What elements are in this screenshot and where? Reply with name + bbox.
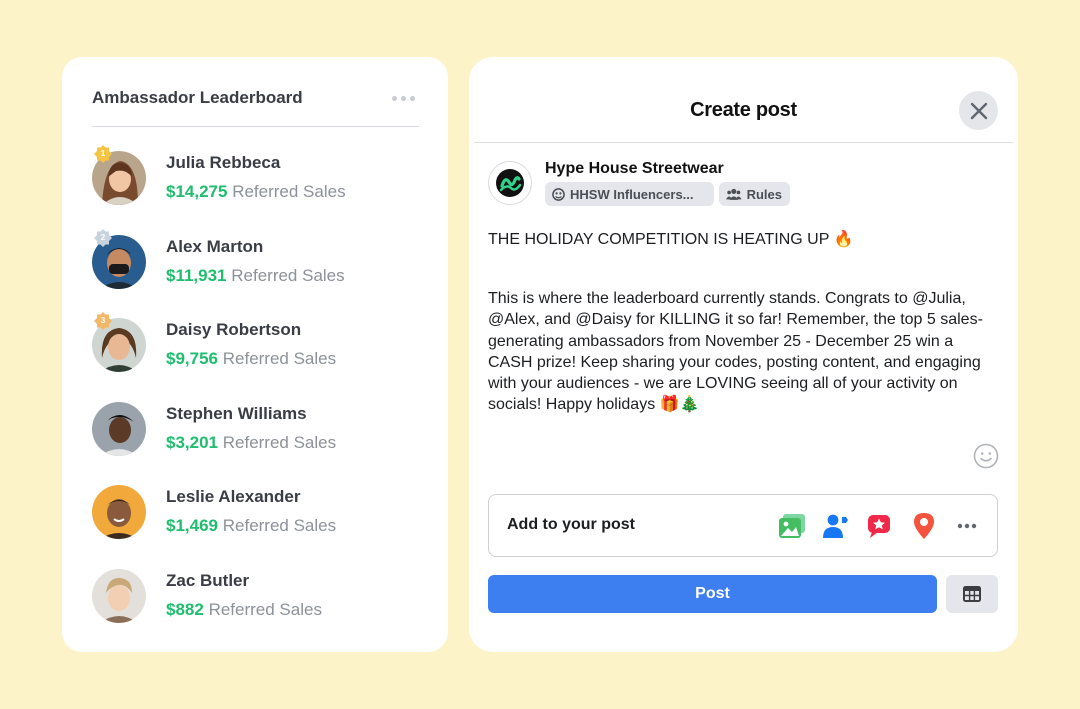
sales-amount: $3,201	[166, 432, 218, 452]
leaderboard-card: Ambassador Leaderboard 1 Julia Rebbeca $…	[62, 57, 448, 652]
sales-amount: $1,469	[166, 516, 218, 536]
ambassador-name: Julia Rebbeca	[166, 153, 281, 172]
add-to-post-label: Add to your post	[507, 516, 635, 533]
rank-badge-gold: 1	[94, 145, 112, 163]
page-logo	[488, 161, 532, 205]
sales-amount: $9,756	[166, 349, 218, 369]
leaderboard-item[interactable]: Leslie Alexander $1,469 Referred Sales	[92, 484, 422, 568]
ambassador-name: Leslie Alexander	[166, 487, 301, 507]
audience-label: HHSW Influencers...	[570, 186, 694, 202]
ambassador-name: Alex Marton	[166, 236, 264, 256]
dialog-title: Create post	[690, 99, 797, 121]
leaderboard-item[interactable]: 2 Alex Marton $11,931 Referred Sales	[92, 228, 422, 318]
check-in-icon[interactable]	[909, 511, 939, 541]
more-icon[interactable]	[952, 511, 982, 541]
sales-label: Referred Sales	[231, 265, 345, 285]
leaderboard-item[interactable]: 3 Daisy Robertson $9,756 Referred Sales	[92, 312, 422, 401]
post-text-area[interactable]: THE HOLIDAY COMPETITION IS HEATING UP 🔥 …	[488, 229, 988, 415]
divider	[474, 142, 1013, 143]
ambassador-name: Daisy Robertson	[166, 320, 302, 340]
leaderboard-item[interactable]: Stephen Williams $3,201 Referred Sales	[92, 401, 422, 485]
rank-badge-bronze: 3	[94, 312, 112, 331]
emoji-button[interactable]	[973, 443, 999, 469]
close-button[interactable]	[959, 91, 998, 130]
sales-amount: $11,931	[166, 265, 227, 285]
ambassador-name: Zac Butler	[166, 570, 250, 590]
sales-label: Referred Sales	[222, 516, 337, 536]
schedule-button[interactable]	[946, 575, 998, 613]
post-button[interactable]: Post	[488, 575, 937, 613]
rank-badge-silver: 2	[94, 228, 112, 247]
more-horizontal-icon[interactable]	[392, 93, 422, 103]
leaderboard-item[interactable]: 1 Julia Rebbeca $14,275 Referred Sales	[92, 145, 422, 234]
sales-label: Referred Sales	[208, 599, 322, 619]
add-to-post-box: Add to your post	[488, 494, 998, 557]
rules-label: Rules	[746, 186, 782, 202]
referred-sales: $9,756 Referred Sales	[166, 349, 336, 369]
leaderboard-item[interactable]: Zac Butler $882 Referred Sales	[92, 568, 422, 652]
sales-amount: $14,275	[166, 182, 228, 201]
page-name: Hype House Streetwear	[545, 160, 724, 177]
feeling-icon[interactable]	[865, 511, 895, 541]
post-headline: THE HOLIDAY COMPETITION IS HEATING UP 🔥	[488, 231, 854, 248]
rules-button[interactable]: Rules	[719, 182, 790, 206]
avatar	[92, 485, 146, 540]
calendar-icon	[963, 586, 981, 602]
post-body: This is where the leaderboard currently …	[488, 290, 983, 414]
referred-sales: $3,201 Referred Sales	[166, 433, 336, 453]
sales-label: Referred Sales	[232, 182, 346, 201]
tag-people-icon[interactable]	[821, 511, 851, 541]
avatar	[92, 568, 146, 623]
audience-selector[interactable]: HHSW Influencers...	[545, 182, 714, 206]
referred-sales: $14,275 Referred Sales	[166, 182, 346, 202]
leaderboard-title: Ambassador Leaderboard	[92, 88, 303, 107]
leaderboard-list: 1 Julia Rebbeca $14,275 Referred Sales 2…	[92, 145, 422, 652]
photo-video-icon[interactable]	[777, 511, 807, 541]
people-icon	[726, 188, 742, 200]
sales-amount: $882	[166, 599, 204, 619]
create-post-dialog: Create post Hype House Streetwear HHSW I…	[469, 57, 1018, 652]
close-icon	[970, 102, 987, 119]
avatar	[92, 401, 146, 456]
group-privacy-icon	[552, 187, 565, 201]
smiley-icon	[973, 443, 999, 469]
referred-sales: $1,469 Referred Sales	[166, 516, 336, 536]
ambassador-name: Stephen Williams	[166, 403, 307, 423]
referred-sales: $882 Referred Sales	[166, 600, 322, 620]
divider	[92, 126, 419, 127]
referred-sales: $11,931 Referred Sales	[166, 266, 345, 286]
sales-label: Referred Sales	[222, 432, 337, 452]
sales-label: Referred Sales	[222, 349, 337, 369]
